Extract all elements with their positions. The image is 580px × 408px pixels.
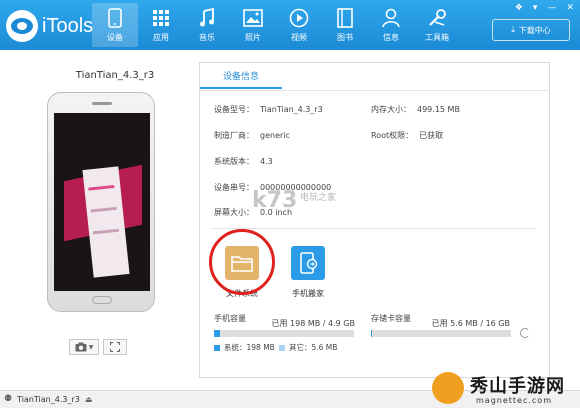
legend-other: 其它：5.6 MB [279, 342, 337, 353]
book-icon [335, 8, 355, 28]
nav-label: 信息 [383, 33, 399, 42]
screen-bar [88, 184, 115, 191]
info-label: 设备串号： [214, 183, 254, 192]
legend-label: 其它：5.6 MB [289, 343, 338, 352]
download-icon: ⤓ [511, 25, 515, 34]
android-icon: ⚉ [4, 394, 13, 404]
sd-storage-title: 存储卡容量 [371, 314, 411, 323]
camera-icon [75, 342, 87, 352]
phone-preview [47, 92, 155, 312]
phone-transfer-icon [291, 246, 325, 280]
app-logo: iTools [6, 9, 93, 43]
info-value: TianTian_4.3_r3 [260, 105, 323, 114]
fullscreen-icon [110, 342, 120, 352]
sd-storage-fill [371, 330, 373, 337]
skin-icon[interactable]: ❖ [515, 3, 523, 13]
phone-home-button [92, 296, 112, 304]
download-center-label: 下载中心 [518, 25, 551, 35]
info-root: Root权限： 已获取 [371, 130, 443, 141]
nav-label: 视频 [291, 33, 307, 42]
sd-storage-used: 已用 5.6 MB / 16 GB [431, 319, 510, 328]
legend-swatch [214, 344, 220, 351]
device-icon [105, 8, 125, 28]
nav-video[interactable]: 视频 [276, 3, 322, 47]
nav-photo[interactable]: 照片 [230, 3, 276, 47]
fullscreen-button[interactable] [103, 339, 127, 355]
refresh-icon[interactable] [520, 328, 530, 338]
info-version: 系统版本： 4.3 [214, 156, 273, 167]
nav-label: 音乐 [199, 33, 215, 42]
music-icon [197, 8, 217, 28]
site-watermark-url: magnettec.com [476, 396, 552, 405]
section-divider [211, 228, 536, 229]
menu-icon[interactable]: ▾ [533, 3, 538, 13]
nav-toolbox[interactable]: 工具箱 [414, 3, 460, 47]
nav-music[interactable]: 音乐 [184, 3, 230, 47]
app-title: iTools [42, 14, 94, 37]
k73-watermark: k73 [252, 188, 298, 213]
legend-system: 系统：198 MB [214, 342, 275, 353]
top-bar: iTools 设备 应用 音乐 照片 视频 图书 信息 工具箱 ❖ ▾ — ✕ … [0, 0, 580, 50]
site-watermark: 秀山手游网 magnettec.com [430, 368, 580, 408]
nav-device[interactable]: 设备 [92, 3, 138, 47]
chevron-down-icon: ▼ [88, 343, 94, 351]
screenshot-button[interactable]: ▼ [69, 339, 99, 355]
device-name: TianTian_4.3_r3 [75, 70, 155, 81]
phone-transfer-tool[interactable]: 手机搬家 [284, 246, 332, 299]
tab-device-info[interactable]: 设备信息 [200, 63, 282, 89]
tool-label: 手机搬家 [292, 289, 324, 298]
info-model: 设备型号： TianTian_4.3_r3 [214, 104, 323, 115]
info-value: 已获取 [419, 131, 444, 140]
minimize-icon[interactable]: — [547, 3, 556, 13]
nav-book[interactable]: 图书 [322, 3, 368, 47]
photo-icon [243, 8, 263, 28]
phone-storage-title: 手机容量 [214, 314, 246, 323]
nav-label: 图书 [337, 33, 353, 42]
info-label: Root权限： [371, 131, 414, 140]
tab-divider [200, 90, 549, 91]
main-nav: 设备 应用 音乐 照片 视频 图书 信息 工具箱 [92, 3, 460, 47]
itools-logo-icon [6, 10, 38, 42]
info-label: 屏幕大小： [214, 208, 254, 217]
info-value: 4.3 [260, 157, 273, 166]
contact-icon [381, 8, 401, 28]
nav-label: 设备 [107, 33, 123, 42]
sd-storage-bar [371, 330, 511, 337]
phone-screen [54, 113, 150, 291]
status-device-name: TianTian_4.3_r3 [17, 394, 80, 404]
info-label: 设备型号： [214, 105, 254, 114]
phone-storage-bar [214, 330, 354, 337]
site-watermark-title: 秀山手游网 [470, 376, 565, 397]
nav-label: 工具箱 [425, 33, 449, 42]
status-device[interactable]: ⚉ TianTian_4.3_r3 ⏏ [4, 394, 92, 404]
legend-swatch [279, 344, 285, 351]
nav-apps[interactable]: 应用 [138, 3, 184, 47]
eject-icon[interactable]: ⏏ [85, 395, 93, 404]
info-maker: 制造厂商： generic [214, 130, 290, 141]
nav-label: 应用 [153, 33, 169, 42]
nav-contact[interactable]: 信息 [368, 3, 414, 47]
screen-bar [92, 228, 120, 235]
screen-bar [90, 206, 117, 213]
info-label: 内存大小： [371, 105, 411, 114]
close-icon[interactable]: ✕ [566, 3, 574, 13]
info-memory: 内存大小： 499.15 MB [371, 104, 460, 115]
highlight-circle [209, 229, 275, 295]
info-value: generic [260, 131, 290, 140]
nav-label: 照片 [245, 33, 261, 42]
legend-label: 系统：198 MB [224, 343, 275, 352]
download-center-button[interactable]: ⤓ 下载中心 [492, 19, 570, 41]
phone-storage-used: 已用 198 MB / 4.9 GB [271, 319, 355, 328]
site-logo-icon [432, 372, 464, 404]
video-icon [289, 8, 309, 28]
toolbox-icon [427, 8, 447, 28]
apps-icon [151, 8, 171, 28]
phone-speaker [92, 102, 112, 105]
phone-storage-fill [214, 330, 220, 337]
info-label: 制造厂商： [214, 131, 254, 140]
info-label: 系统版本： [214, 157, 254, 166]
k73-watermark-sub: 电玩之家 [300, 193, 337, 203]
window-controls: ❖ ▾ — ✕ [515, 3, 574, 13]
info-value: 499.15 MB [417, 105, 460, 114]
